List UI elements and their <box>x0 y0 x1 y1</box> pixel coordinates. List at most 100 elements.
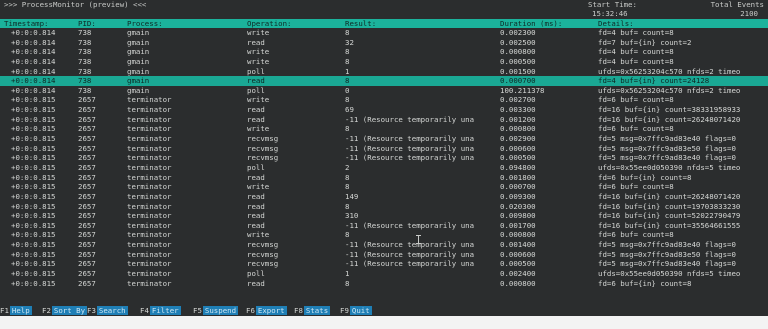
table-row[interactable]: +0:0:0.815 2657 terminator write 8 0.000800 fd… <box>0 124 768 134</box>
fkey-suspend[interactable]: F5 Suspend <box>193 306 239 316</box>
table-row[interactable]: +0:0:0.815 2657 terminator read 149 0.009300 f… <box>0 192 768 202</box>
cell-pid: 738 <box>78 47 92 57</box>
table-row[interactable]: +0:0:0.815 2657 terminator read 8 0.001800 fd=… <box>0 173 768 183</box>
cell-process: terminator <box>127 278 172 288</box>
cell-duration: 0.001700 <box>500 220 536 230</box>
cell-duration: 0.000500 <box>500 153 536 163</box>
cell-pid: 2657 <box>78 249 96 259</box>
table-row[interactable]: +0:0:0.814 738 gmain write 8 0.000800 fd=4 buf… <box>0 47 768 57</box>
cell-result: -11 (Resource temporarily una <box>345 134 475 144</box>
cell-operation: read <box>247 220 265 230</box>
cell-process: gmain <box>127 85 150 95</box>
column-header-operation[interactable]: Operation: <box>247 19 292 28</box>
cell-result: -11 (Resource temporarily una <box>345 114 475 124</box>
column-header-details[interactable]: Details: <box>598 19 634 28</box>
table-row[interactable]: +0:0:0.815 2657 terminator read 69 0.003300 fd… <box>0 105 768 115</box>
cell-duration: 0.000500 <box>500 56 536 66</box>
cell-operation: poll <box>247 66 265 76</box>
cell-duration: 0.009800 <box>500 211 536 221</box>
table-row[interactable]: +0:0:0.815 2657 terminator write 8 0.000800 fd… <box>0 230 768 240</box>
cell-process: terminator <box>127 162 172 172</box>
cell-process: terminator <box>127 269 172 279</box>
cell-details: fd=6 buf= count=8 <box>598 124 674 134</box>
fkey-label: Sort By <box>51 306 88 315</box>
fkey-quit[interactable]: F9 Quit <box>340 306 372 316</box>
cell-operation: read <box>247 201 265 211</box>
cell-details: fd=4 buf= count=8 <box>598 28 674 37</box>
cell-details: fd=4 buf= count=8 <box>598 56 674 66</box>
table-row[interactable]: +0:0:0.814 738 gmain read 32 0.002500 fd=7 buf… <box>0 38 768 48</box>
start-time-label: Start Time: <box>588 0 637 9</box>
table-row[interactable]: +0:0:0.815 2657 terminator recvmsg -11 (Reso… <box>0 144 768 154</box>
table-row[interactable]: +0:0:0.815 2657 terminator read 8 0.020300 fd=… <box>0 202 768 212</box>
cell-result: -11 (Resource temporarily una <box>345 249 475 259</box>
cell-operation: poll <box>247 85 265 95</box>
table-row[interactable]: +0:0:0.815 2657 terminator write 8 0.000700 fd… <box>0 182 768 192</box>
fkey-code: F2 <box>42 306 51 315</box>
cell-operation: write <box>247 95 270 105</box>
table-row[interactable]: +0:0:0.814 738 gmain poll 1 0.001500 ufds=0x56… <box>0 67 768 77</box>
cell-timestamp: +0:0:0.815 <box>11 172 56 182</box>
cell-process: terminator <box>127 230 172 240</box>
cell-timestamp: +0:0:0.815 <box>11 134 56 144</box>
cell-duration: 0.003300 <box>500 105 536 115</box>
cell-details: fd=16 buf={in} count=52022790479 <box>598 211 741 221</box>
cell-duration: 0.000800 <box>500 124 536 134</box>
table-row[interactable]: +0:0:0.814 738 gmain poll 0 100.211378 ufds=0x… <box>0 86 768 96</box>
cell-process: gmain <box>127 56 150 66</box>
table-row-selected[interactable]: +0:0:0.814 738 gmain read 8 0.000700 fd=4 buf=… <box>0 76 768 86</box>
fkey-code: F1 <box>0 306 9 315</box>
cell-operation: poll <box>247 162 265 172</box>
table-row[interactable]: +0:0:0.815 2657 terminator read -11 (Resourc… <box>0 115 768 125</box>
function-key-bar: F1 Help F2 Sort By F3 Search F4 Filter F5 Suspend… <box>0 306 768 316</box>
cell-details: fd=6 buf= count=8 <box>598 230 674 240</box>
cell-process: terminator <box>127 182 172 192</box>
cell-pid: 738 <box>78 56 92 66</box>
table-row[interactable]: +0:0:0.815 2657 terminator recvmsg -11 (Reso… <box>0 153 768 163</box>
cell-operation: recvmsg <box>247 240 279 250</box>
cell-process: terminator <box>127 134 172 144</box>
table-row[interactable]: +0:0:0.815 2657 terminator read 8 0.000800 fd=… <box>0 279 768 289</box>
table-row[interactable]: +0:0:0.815 2657 terminator recvmsg -11 (Reso… <box>0 259 768 269</box>
cell-operation: read <box>247 76 265 86</box>
column-header-result[interactable]: Result: <box>345 19 376 28</box>
column-header-timestamp[interactable]: Timestamp: <box>4 19 49 28</box>
table-row[interactable]: +0:0:0.815 2657 terminator recvmsg -11 (Reso… <box>0 240 768 250</box>
cell-pid: 738 <box>78 76 92 86</box>
cell-process: gmain <box>127 28 150 37</box>
cell-details: fd=16 buf={in} count=35564661555 <box>598 220 741 230</box>
cell-details: ufds=0x56253204c570 nfds=2 timeo <box>598 66 741 76</box>
table-row[interactable]: +0:0:0.815 2657 terminator poll 1 0.002400 ufd… <box>0 269 768 279</box>
table-row[interactable]: +0:0:0.814 738 gmain write 8 0.000500 fd=4 buf… <box>0 57 768 67</box>
fkey-filter[interactable]: F4 Filter <box>140 306 181 316</box>
fkey-export[interactable]: F6 Export <box>246 306 287 316</box>
column-header-duration[interactable]: Duration (ms): <box>500 19 562 28</box>
table-row[interactable]: +0:0:0.815 2657 terminator recvmsg -11 (Reso… <box>0 250 768 260</box>
cell-pid: 738 <box>78 66 92 76</box>
table-row[interactable]: +0:0:0.815 2657 terminator poll 2 0.094800 ufd… <box>0 163 768 173</box>
table-row[interactable]: +0:0:0.815 2657 terminator write 8 0.002700 fd… <box>0 95 768 105</box>
cell-pid: 2657 <box>78 153 96 163</box>
column-header-process[interactable]: Process: <box>127 19 163 28</box>
table-row[interactable]: +0:0:0.815 2657 terminator read 310 0.009800 f… <box>0 211 768 221</box>
column-header-pid[interactable]: PID: <box>78 19 96 28</box>
cell-timestamp: +0:0:0.815 <box>11 240 56 250</box>
app-title: >>> ProcessMonitor (preview) <<< <box>4 0 147 9</box>
fkey-sort-by[interactable]: F2 Sort By <box>42 306 88 316</box>
cell-process: terminator <box>127 191 172 201</box>
table-row[interactable]: +0:0:0.814 738 gmain write 8 0.002300 fd=4 buf… <box>0 28 768 38</box>
fkey-search[interactable]: F3 Search <box>87 306 128 316</box>
cell-result: 8 <box>345 201 350 211</box>
fkey-code: F6 <box>246 306 255 315</box>
cell-process: terminator <box>127 105 172 115</box>
top-bar: >>> ProcessMonitor (preview) <<< Start T… <box>0 0 768 19</box>
table-row[interactable]: +0:0:0.815 2657 terminator recvmsg -11 (Reso… <box>0 134 768 144</box>
fkey-stats[interactable]: F8 Stats <box>294 306 331 316</box>
cell-pid: 2657 <box>78 230 96 240</box>
table-row[interactable]: +0:0:0.815 2657 terminator read -11 (Resourc… <box>0 221 768 231</box>
cell-result: 0 <box>345 85 350 95</box>
cell-operation: recvmsg <box>247 153 279 163</box>
fkey-help[interactable]: F1 Help <box>0 306 32 316</box>
cell-duration: 0.002500 <box>500 37 536 47</box>
cell-operation: read <box>247 114 265 124</box>
